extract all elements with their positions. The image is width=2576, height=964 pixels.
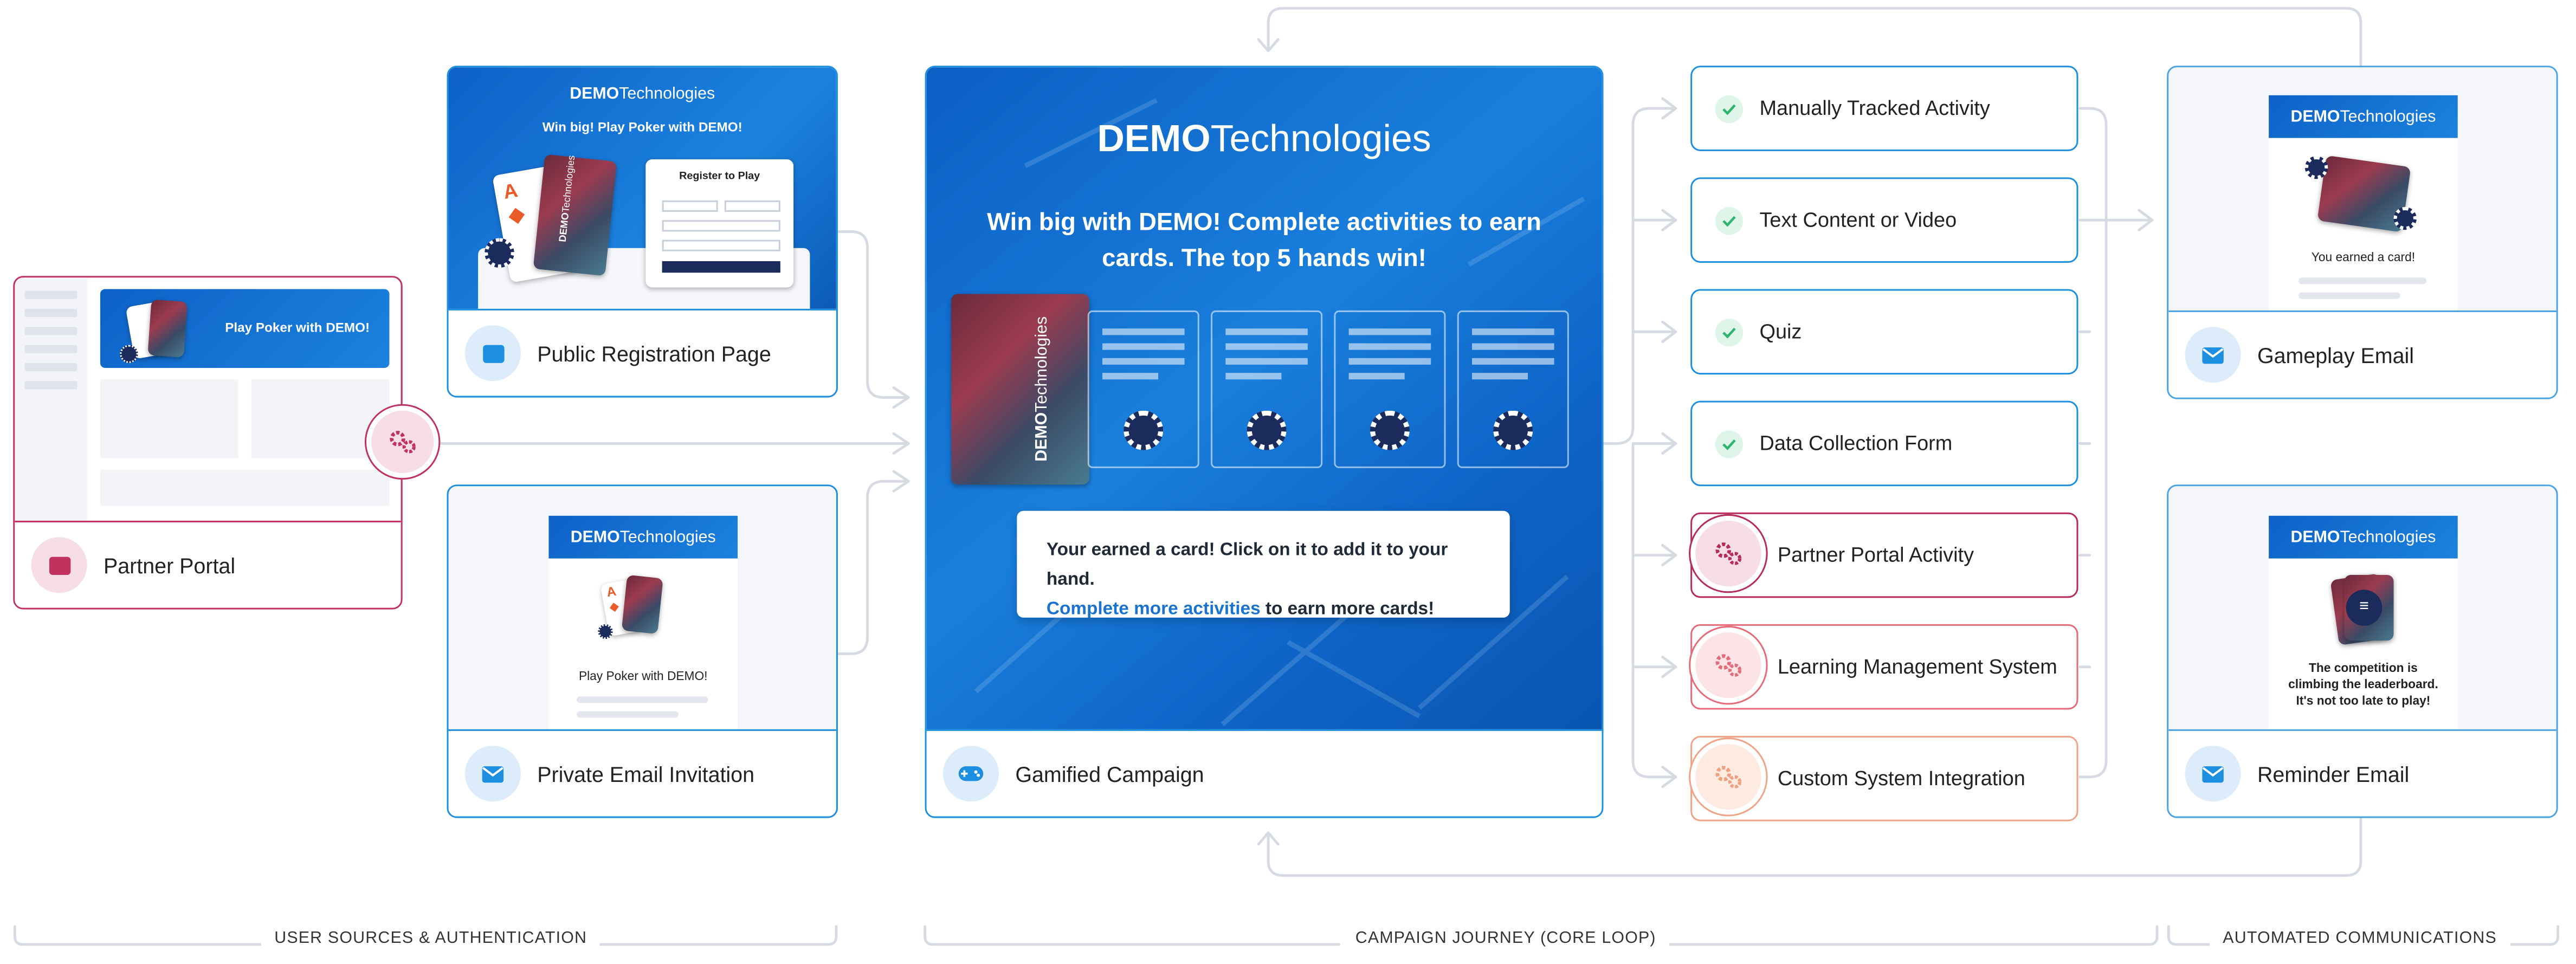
section-label-user-sources: USER SOURCES & AUTHENTICATION [261, 929, 601, 948]
activity-manually-tracked[interactable]: Manually Tracked Activity [1690, 66, 2078, 151]
partner-portal-label: Partner Portal [103, 553, 236, 578]
gameplay-email-label: Gameplay Email [2257, 342, 2414, 367]
partner-portal-card[interactable]: Play Poker with DEMO! Partner Portal [13, 276, 403, 610]
portal-sidebar [15, 277, 87, 521]
private-invitation-label: Private Email Invitation [537, 761, 755, 786]
gamified-campaign-card[interactable]: DEMOTechnologies Win big with DEMO! Comp… [925, 66, 1604, 818]
hand-slot[interactable] [1211, 310, 1323, 468]
poker-card: DEMOTechnologies [533, 154, 617, 276]
earned-card-notice: Your earned a card! Click on it to add i… [1017, 510, 1510, 619]
check-icon [1722, 438, 1736, 450]
activity-partner-portal[interactable]: Partner Portal Activity [1689, 512, 2078, 598]
gears-icon [390, 431, 416, 454]
chip-icon [1247, 410, 1287, 450]
hand-slot[interactable] [1457, 310, 1569, 468]
chip-icon [1124, 410, 1164, 450]
reminder-email-label: Reminder Email [2257, 761, 2410, 786]
section-label-campaign-journey: CAMPAIGN JOURNEY (CORE LOOP) [1342, 929, 1669, 948]
chip-icon [485, 238, 514, 268]
chip-icon [1493, 410, 1533, 450]
reminder-email-preview: DEMOTechnologies ≡ The competition is cl… [2269, 515, 2458, 733]
gameplay-email-preview: DEMOTechnologies You earned a card! [2269, 95, 2458, 314]
chip-icon [1370, 410, 1410, 450]
auth-gear-node [364, 404, 441, 480]
private-invitation-card[interactable]: DEMOTechnologies A Play Poker with DEMO!… [447, 484, 838, 818]
portal-banner: Play Poker with DEMO! [100, 289, 390, 368]
complete-activities-link[interactable]: Complete more activities [1047, 599, 1261, 619]
gears-icon [1715, 542, 1742, 565]
envelope-icon [482, 765, 504, 782]
campaign-brand-logo: DEMOTechnologies [1097, 117, 1431, 160]
gameplay-email-card[interactable]: DEMOTechnologies You earned a card! Game… [2167, 66, 2558, 399]
gameplay-email-text: You earned a card! [2311, 249, 2416, 265]
portal-window-icon [48, 556, 70, 574]
browser-window-icon [482, 344, 504, 363]
gears-icon [1715, 654, 1742, 677]
invitation-email-preview: DEMOTechnologies A Play Poker with DEMO! [548, 515, 738, 733]
envelope-icon [2202, 765, 2224, 782]
public-registration-card[interactable]: DEMOTechnologies Win big! Play Poker wit… [447, 66, 838, 398]
check-icon [1722, 215, 1736, 226]
earned-card[interactable]: DEMOTechnologies [951, 294, 1089, 485]
activity-text-content-video[interactable]: Text Content or Video [1690, 177, 2078, 263]
chip-icon [2393, 206, 2417, 230]
hand-slot[interactable] [1334, 310, 1446, 468]
gamified-campaign-label: Gamified Campaign [1015, 761, 1204, 786]
portal-banner-text: Play Poker with DEMO! [225, 320, 370, 335]
reminder-email-card[interactable]: DEMOTechnologies ≡ The competition is cl… [2167, 484, 2558, 818]
activity-custom-system-integration[interactable]: Custom System Integration [1689, 736, 2078, 821]
envelope-icon [2202, 346, 2224, 363]
public-registration-label: Public Registration Page [537, 340, 771, 366]
activity-data-collection-form[interactable]: Data Collection Form [1690, 400, 2078, 487]
hand-slot[interactable] [1087, 310, 1199, 468]
invitation-text: Play Poker with DEMO! [578, 668, 708, 683]
section-label-automated-communications: AUTOMATED COMMUNICATIONS [2210, 929, 2510, 948]
public-headline: Win big! Play Poker with DEMO! [542, 120, 743, 135]
check-icon [1722, 103, 1736, 114]
public-brand-logo: DEMOTechnologies [570, 85, 715, 103]
chip-icon [2304, 156, 2328, 179]
gears-icon [1715, 766, 1742, 788]
register-form: Register to Play [645, 159, 794, 288]
activity-quiz[interactable]: Quiz [1690, 289, 2078, 375]
chip-icon [120, 345, 138, 363]
leaderboard-icon: ≡ [2346, 590, 2383, 626]
activity-learning-management-system[interactable]: Learning Management System [1689, 624, 2078, 710]
diagram-stage: Play Poker with DEMO! Partner Portal DEM… [0, 0, 2576, 964]
reminder-email-text: The competition is climbing the leaderbo… [2288, 660, 2438, 708]
check-icon [1722, 327, 1736, 338]
gamepad-icon [958, 766, 984, 781]
campaign-headline: Win big with DEMO! Complete activities t… [987, 208, 1541, 273]
